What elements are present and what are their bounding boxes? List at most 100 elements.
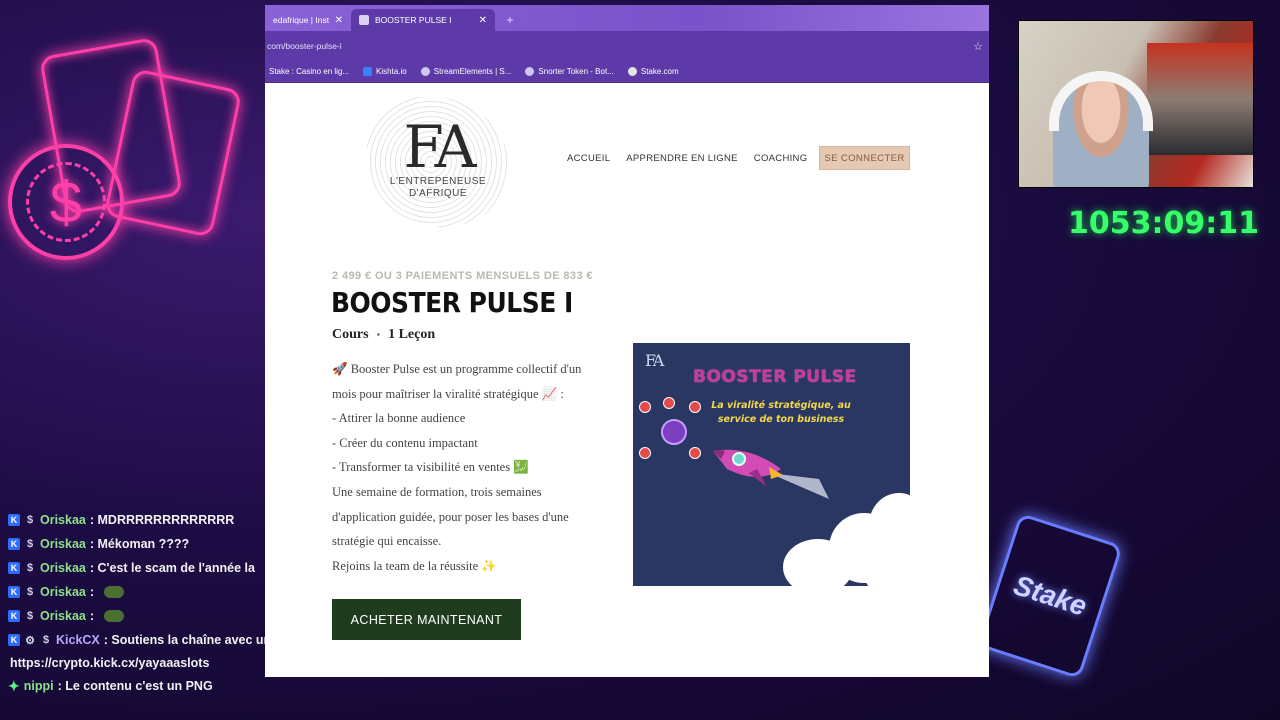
separator-dot: • [376,329,381,341]
nav-apprendre-en-ligne[interactable]: APPRENDRE EN LIGNE [626,153,738,164]
bookmark-stake-casino[interactable]: Stake : Casino en lig... [269,67,349,76]
stake-icon [627,67,637,76]
bookmark-label: Snorter Token - Bot... [538,67,614,76]
product-title: BOOSTER PULSE I [331,286,573,319]
playing-card-ace-diamond-outline [39,36,183,216]
description-line: stratégie qui encaisse. [332,534,442,549]
network-hub-avatar [661,419,687,445]
description-line: 🚀 Booster Pulse est un programme collect… [332,362,582,376]
logo-text-line: L'ENTREPENEUSE [389,176,487,187]
kishta-icon [363,67,373,76]
bookmark-label: Stake : Casino en lig... [269,67,350,76]
close-icon[interactable]: ✕ [335,15,343,26]
tab-bar: edafrique | Insta ✕ BOOSTER PULSE I ✕ + [265,5,989,31]
headset-icon [1049,71,1153,131]
nav-coaching[interactable]: COACHING [754,153,808,164]
tab-title: edafrique | Insta [273,15,329,25]
chat-message: ✦ nippi : Le contenu c'est un PNG [8,674,388,698]
subscriber-badge-icon: $ [26,514,34,526]
logo-text-line: D'AFRIQUE [408,188,468,199]
chat-text: : [89,609,95,623]
close-icon[interactable]: ✕ [479,15,487,26]
stream-timer: 1053:09:11 [1068,206,1259,241]
chat-username[interactable]: Oriskaa [40,585,86,599]
bookmark-label: Stake.com [640,67,679,76]
description-line: Une semaine de formation, trois semaines [332,484,542,499]
address-bar[interactable]: com/booster-pulse-i ☆ [265,31,989,61]
bookmark-kishta[interactable]: Kishta.io [363,67,407,76]
subscriber-badge-icon: $ [26,586,34,598]
tab-instagram[interactable]: edafrique | Insta ✕ [265,9,351,31]
kick-badge-icon: K [8,586,20,598]
chat-username[interactable]: Oriskaa [40,537,86,551]
product-description: 🚀 Booster Pulse est un programme collect… [332,357,608,578]
chat-username[interactable]: KickCX [56,633,100,647]
description-line: - Créer du contenu impactant [332,435,478,450]
frog-emote-icon [104,586,125,598]
kick-badge-icon: K [8,514,20,526]
kick-badge-icon: K [8,562,20,574]
subscriber-badge-icon: $ [26,562,34,574]
chat-username[interactable]: nippi [24,679,54,693]
product-meta: Cours • 1 Leçon [332,327,435,343]
subscriber-badge-icon: $ [42,634,50,646]
network-node [639,401,651,413]
login-button[interactable]: SE CONNECTER [819,146,910,170]
kick-badge-icon: K [8,610,20,622]
bot-badge-icon: ⚙ [25,634,35,647]
rocket-icon [713,449,829,499]
webcam-feed [1018,20,1254,188]
network-node [639,447,651,459]
bookmark-stake-com[interactable]: Stake.com [627,67,679,76]
favicon-icon [359,15,369,25]
social-network-icon [639,397,709,467]
streamelements-icon [420,67,430,76]
chat-username[interactable]: Oriskaa [40,609,86,623]
logo-monogram: FA [403,113,476,181]
subscriber-badge-icon: $ [26,538,34,550]
description-line: Rejoins la team de la réussite ✨ [332,558,497,573]
network-node [689,447,701,459]
product-type: Cours [332,327,369,342]
playing-card-spade-outline [103,68,243,238]
promo-subtitle-line: service de ton business [717,414,845,426]
tab-booster-pulse[interactable]: BOOSTER PULSE I ✕ [351,9,495,31]
bookmark-streamelements[interactable]: StreamElements | S... [420,67,512,76]
tab-title: BOOSTER PULSE I [375,15,452,25]
buy-now-button[interactable]: ACHETER MAINTENANT [332,599,521,640]
webcam-background-window [1147,43,1253,155]
new-tab-button[interactable]: + [501,11,519,29]
globe-icon [525,67,535,76]
promo-title: BOOSTER PULSE [693,367,857,387]
product-promo-image: FA BOOSTER PULSE La viralité stratégique… [633,343,910,586]
kick-badge-icon: K [8,634,20,646]
url-text[interactable]: com/booster-pulse-i [267,41,342,51]
chat-username[interactable]: Oriskaa [40,513,86,527]
kick-badge-icon: K [8,538,20,550]
bookmark-star-icon[interactable]: ☆ [973,40,983,53]
description-line: d'application guidée, pour poser les bas… [332,509,569,524]
site-logo[interactable]: FA L'ENTREPENEUSE D'AFRIQUE [367,97,509,227]
frog-emote-icon [104,610,125,622]
description-line: mois pour maîtriser la viralité stratégi… [332,386,564,401]
nav-accueil[interactable]: ACCUEIL [567,153,610,164]
web-page: FA L'ENTREPENEUSE D'AFRIQUE ACCUEIL APPR… [265,83,989,677]
network-node [689,401,701,413]
chat-text: : MDRRRRRRRRRRRRR [89,513,235,527]
chat-text: : [89,585,95,599]
product-price: 2 499 € OU 3 PAIEMENTS MENSUELS DE 833 € [332,270,593,282]
bookmark-label: Kishta.io [376,67,407,76]
lesson-count: 1 Leçon [388,327,436,342]
subscriber-badge-icon: $ [26,610,34,622]
main-nav: ACCUEIL APPRENDRE EN LIGNE COACHING [567,153,807,164]
promo-subtitle: La viralité stratégique, au service de t… [701,399,861,428]
bookmark-snorter-token[interactable]: Snorter Token - Bot... [525,67,614,76]
chat-text: : Le contenu c'est un PNG [57,679,213,693]
chat-username[interactable]: Oriskaa [40,561,86,575]
casino-chip-dollar-icon: $ [8,144,124,260]
vip-diamond-icon: ✦ [8,677,20,694]
bookmark-label: StreamElements | S... [433,67,512,76]
chat-text: : Mékoman ???? [89,537,190,551]
promo-logo: FA [645,351,664,370]
description-line: - Attirer la bonne audience [332,411,466,426]
